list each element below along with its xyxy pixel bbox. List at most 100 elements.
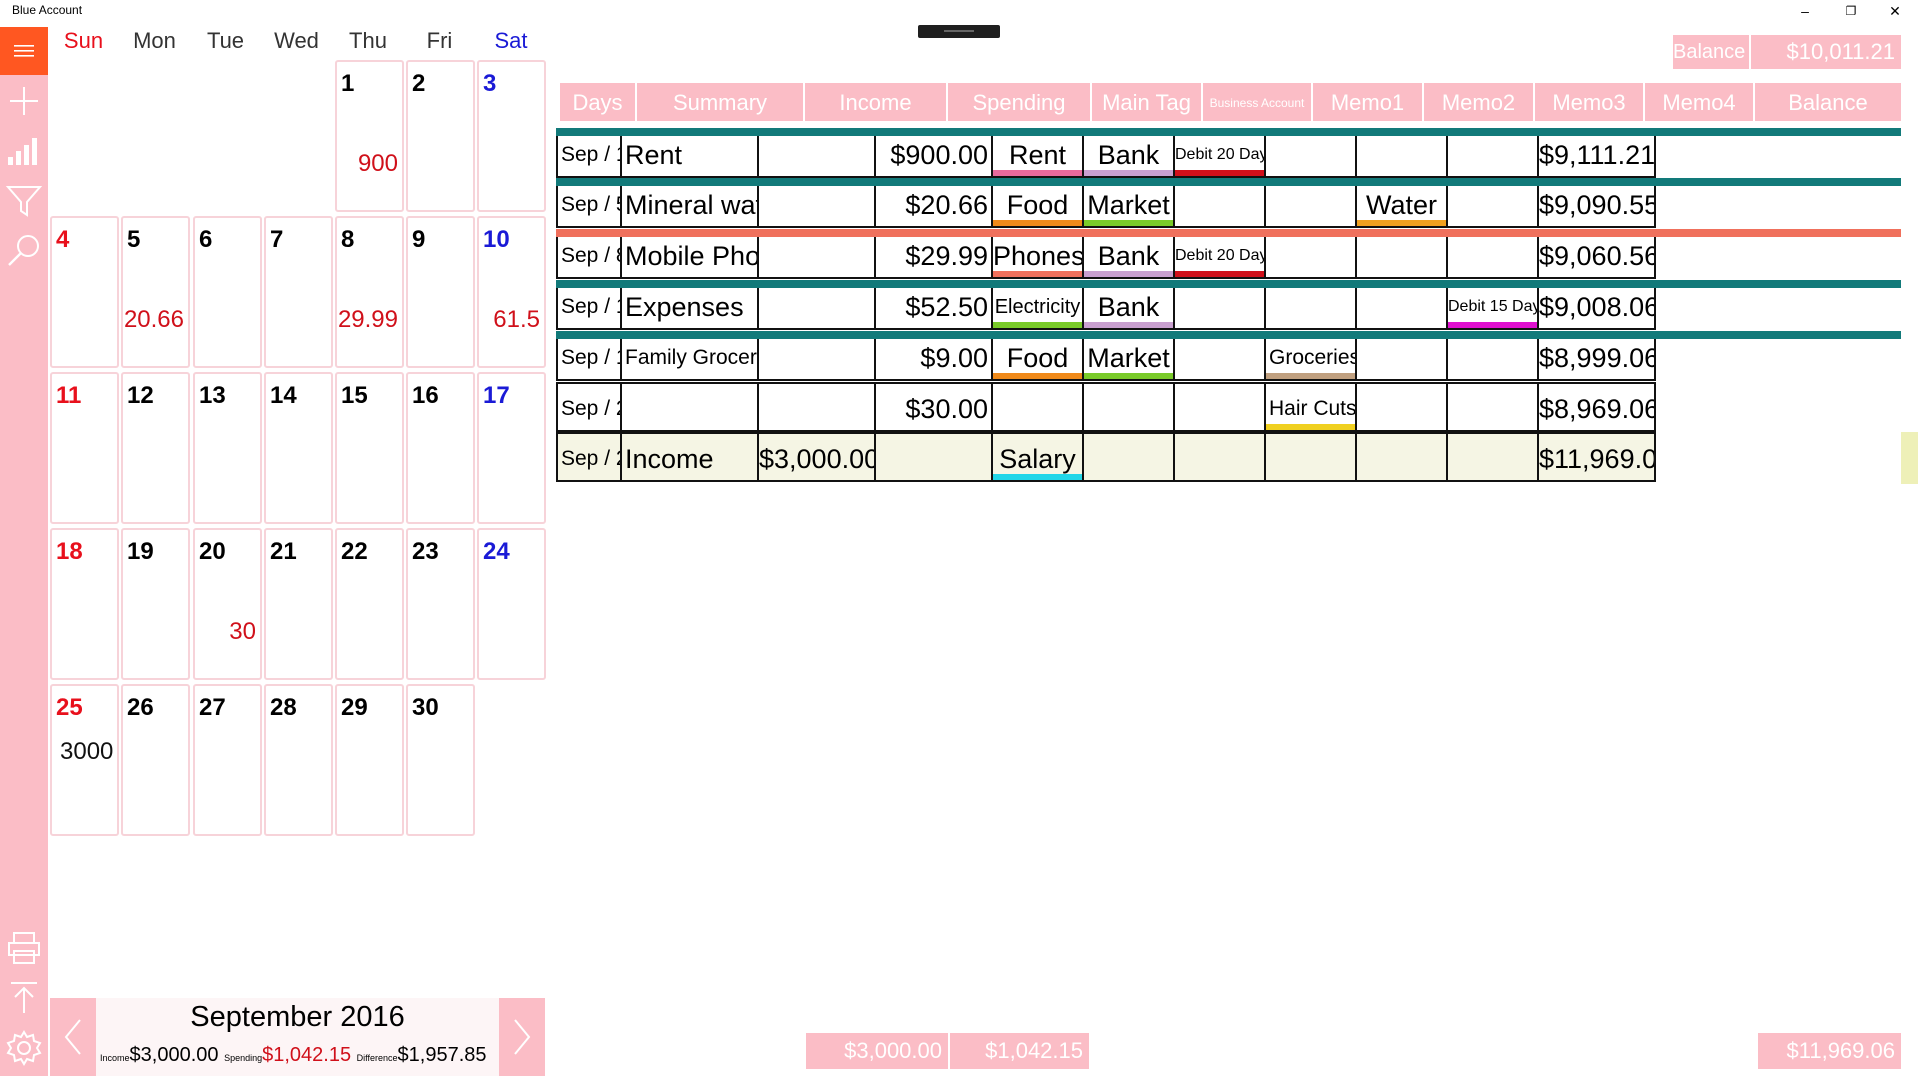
next-month-button[interactable]	[499, 998, 545, 1076]
menu-button[interactable]	[0, 27, 48, 75]
scroll-top-button[interactable]	[4, 978, 44, 1018]
cell-text: $3,000.00	[759, 444, 876, 474]
difference-label: Difference	[356, 1053, 398, 1063]
calendar-day[interactable]: 29	[335, 684, 404, 836]
cell-summary[interactable]: Income	[620, 432, 759, 482]
search-button[interactable]	[4, 231, 44, 271]
cell-account[interactable]	[1082, 382, 1175, 432]
chart-button[interactable]	[4, 131, 44, 171]
calendar-day[interactable]: 20 30	[193, 528, 262, 680]
header-income[interactable]: Income	[805, 83, 946, 121]
calendar-day[interactable]: 1 900	[335, 60, 404, 212]
calendar-day[interactable]: 24	[477, 528, 546, 680]
calendar-day[interactable]: 17	[477, 372, 546, 524]
header-spending[interactable]: Spending	[948, 83, 1090, 121]
cell-memo4[interactable]	[1446, 432, 1539, 482]
calendar-day[interactable]: 30	[406, 684, 475, 836]
cell-balance[interactable]: $8,969.06	[1537, 382, 1656, 432]
cell-memo3[interactable]	[1355, 382, 1448, 432]
calendar-day[interactable]: 26	[121, 684, 190, 836]
header-main-tag[interactable]: Main Tag	[1092, 83, 1201, 121]
table-row[interactable]: Sep / 25Income $3,000.00 Salary $11,969.06	[556, 432, 1901, 482]
cell-text: $52.50	[905, 292, 988, 322]
cell-income[interactable]	[757, 382, 876, 432]
cell-day[interactable]: Sep / 25	[556, 432, 622, 482]
table-row[interactable]: Sep / 5Mineral water $20.66 Food Market Wate…	[556, 178, 1901, 228]
header-memo1[interactable]: Memo1	[1313, 83, 1422, 121]
cell-memo4[interactable]	[1446, 382, 1539, 432]
calendar-day[interactable]: 10 61.5	[477, 216, 546, 368]
table-row[interactable]: Sep / 10Family Groceries $9.00 Food Market G…	[556, 331, 1901, 381]
minimize-button[interactable]: –	[1782, 0, 1828, 22]
header-business-account[interactable]: Business Account	[1203, 83, 1311, 121]
calendar-day[interactable]: 18	[50, 528, 119, 680]
table-row[interactable]: Sep / 8Mobile Phone $29.99Phones Bank Debit…	[556, 229, 1901, 279]
cell-account[interactable]	[1082, 432, 1175, 482]
prev-month-button[interactable]	[50, 998, 96, 1076]
calendar-day[interactable]: 4	[50, 216, 119, 368]
filter-button[interactable]	[4, 181, 44, 221]
header-memo3[interactable]: Memo3	[1535, 83, 1643, 121]
calendar-day[interactable]: 11	[50, 372, 119, 524]
calendar-day[interactable]: 21	[264, 528, 333, 680]
calendar-day[interactable]: 16	[406, 372, 475, 524]
cell-text: Income	[625, 444, 714, 474]
cell-spending[interactable]	[874, 432, 993, 482]
header-summary[interactable]: Summary	[637, 83, 803, 121]
tag-color-bar	[1357, 220, 1446, 226]
restore-button[interactable]: ❐	[1828, 0, 1874, 22]
cell-summary[interactable]	[620, 382, 759, 432]
cell-text: Phones	[993, 241, 1084, 271]
cell-income[interactable]: $3,000.00	[757, 432, 876, 482]
drag-handle[interactable]	[918, 25, 1000, 38]
header-memo2[interactable]: Memo2	[1424, 83, 1533, 121]
table-row[interactable]: Sep / 20 $30.00 Hair Cuts $8,969.06	[556, 382, 1901, 432]
calendar-day[interactable]: 9	[406, 216, 475, 368]
calendar-day[interactable]: 7	[264, 216, 333, 368]
calendar-day[interactable]: 15	[335, 372, 404, 524]
cell-spending[interactable]: $30.00	[874, 382, 993, 432]
calendar-day[interactable]: 5 20.66	[121, 216, 190, 368]
row-color-strip	[556, 128, 1901, 136]
cell-memo2[interactable]: Hair Cuts	[1264, 382, 1357, 432]
cell-memo2[interactable]	[1264, 432, 1357, 482]
cell-memo1[interactable]	[1173, 432, 1266, 482]
add-button[interactable]	[4, 81, 44, 121]
cell-main-tag[interactable]: Salary	[991, 432, 1084, 482]
calendar-day[interactable]: 2	[406, 60, 475, 212]
cell-memo1[interactable]	[1173, 382, 1266, 432]
table-row[interactable]: Sep / 10Expenses $52.50 Electricity Bank Deb…	[556, 280, 1901, 330]
calendar-day[interactable]: 22	[335, 528, 404, 680]
close-button[interactable]: ✕	[1872, 0, 1918, 22]
table-row[interactable]: Sep / 1 Rent $900.00 Rent Bank Debit 20 Days $…	[556, 128, 1901, 178]
income-total: $3,000.00	[129, 1044, 219, 1066]
calendar-day[interactable]: 14	[264, 372, 333, 524]
cell-text: $8,969.06	[1539, 394, 1656, 424]
app-title: Blue Account	[12, 3, 83, 17]
settings-button[interactable]	[4, 1028, 44, 1068]
cell-main-tag[interactable]	[991, 382, 1084, 432]
header-memo4[interactable]: Memo4	[1645, 83, 1753, 121]
calendar-day[interactable]: 28	[264, 684, 333, 836]
cell-balance[interactable]: $11,969.06	[1537, 432, 1656, 482]
calendar-day[interactable]: 3	[477, 60, 546, 212]
calendar-day[interactable]: 12	[121, 372, 190, 524]
header-balance[interactable]: Balance	[1755, 83, 1901, 121]
calendar-day[interactable]: 25 3000	[50, 684, 119, 836]
print-icon	[8, 932, 40, 964]
calendar-day-number: 30	[412, 694, 439, 721]
calendar-day[interactable]: 13	[193, 372, 262, 524]
header-days[interactable]: Days	[560, 83, 635, 121]
cell-text: Sep / 10	[561, 346, 620, 369]
cell-day[interactable]: Sep / 20	[556, 382, 622, 432]
calendar-day[interactable]: 27	[193, 684, 262, 836]
calendar-day-number: 27	[199, 694, 226, 721]
calendar-day[interactable]: 23	[406, 528, 475, 680]
calendar-day[interactable]: 19	[121, 528, 190, 680]
cell-text: $8,999.06	[1539, 343, 1656, 373]
chart-icon	[8, 138, 37, 165]
cell-memo3[interactable]	[1355, 432, 1448, 482]
calendar-day[interactable]: 8 29.99	[335, 216, 404, 368]
calendar-day[interactable]: 6	[193, 216, 262, 368]
print-button[interactable]	[4, 928, 44, 968]
